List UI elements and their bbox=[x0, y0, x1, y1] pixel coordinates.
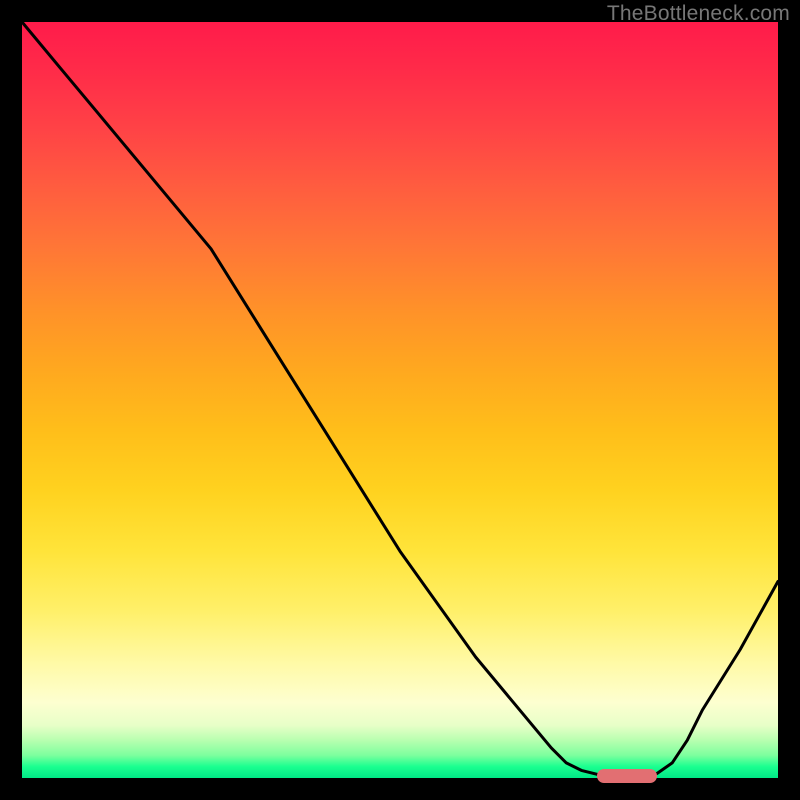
optimum-marker bbox=[597, 769, 657, 783]
chart-frame: TheBottleneck.com bbox=[0, 0, 800, 800]
bottleneck-curve bbox=[22, 22, 778, 778]
plot-area bbox=[22, 22, 778, 778]
